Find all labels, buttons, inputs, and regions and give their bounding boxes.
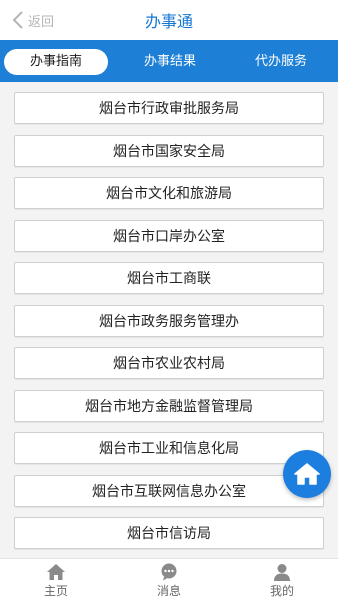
bottom-nav: 主页 消息 我的 (0, 558, 338, 600)
list-item[interactable]: 烟台市文化和旅游局 (14, 177, 324, 209)
nav-home[interactable]: 主页 (26, 563, 86, 599)
list-item[interactable]: 烟台市行政审批服务局 (14, 92, 324, 124)
list-item[interactable]: 烟台市工业和信息化局 (14, 432, 324, 464)
nav-messages[interactable]: 消息 (139, 563, 199, 599)
nav-profile[interactable]: 我的 (252, 563, 312, 599)
list-item[interactable]: 烟台市地方金融监督管理局 (14, 390, 324, 422)
tab-agency-service[interactable]: 代办服务 (228, 49, 334, 75)
tab-results[interactable]: 办事结果 (118, 49, 222, 75)
nav-home-label: 主页 (43, 584, 68, 598)
user-icon (274, 564, 290, 581)
message-icon (161, 563, 177, 581)
home-icon (47, 564, 65, 580)
list-item[interactable]: 烟台市口岸办公室 (14, 220, 324, 252)
home-fab-button[interactable] (283, 450, 331, 498)
list-item[interactable]: 烟台市农业农村局 (14, 347, 324, 379)
home-icon (294, 463, 320, 485)
nav-profile-label: 我的 (269, 584, 294, 598)
list-item[interactable]: 烟台市信访局 (14, 517, 324, 549)
tab-guide[interactable]: 办事指南 (4, 49, 108, 75)
tab-bar: 办事指南 办事结果 代办服务 (0, 40, 338, 82)
page-title: 办事通 (144, 12, 193, 31)
list-item[interactable]: 烟台市互联网信息办公室 (14, 475, 324, 507)
top-bar: 返回 办事通 (0, 0, 338, 40)
nav-messages-label: 消息 (156, 584, 181, 598)
list-item[interactable]: 烟台市工商联 (14, 262, 324, 294)
list-item[interactable]: 烟台市国家安全局 (14, 135, 324, 167)
list-item[interactable]: 烟台市政务服务管理办 (14, 305, 324, 337)
